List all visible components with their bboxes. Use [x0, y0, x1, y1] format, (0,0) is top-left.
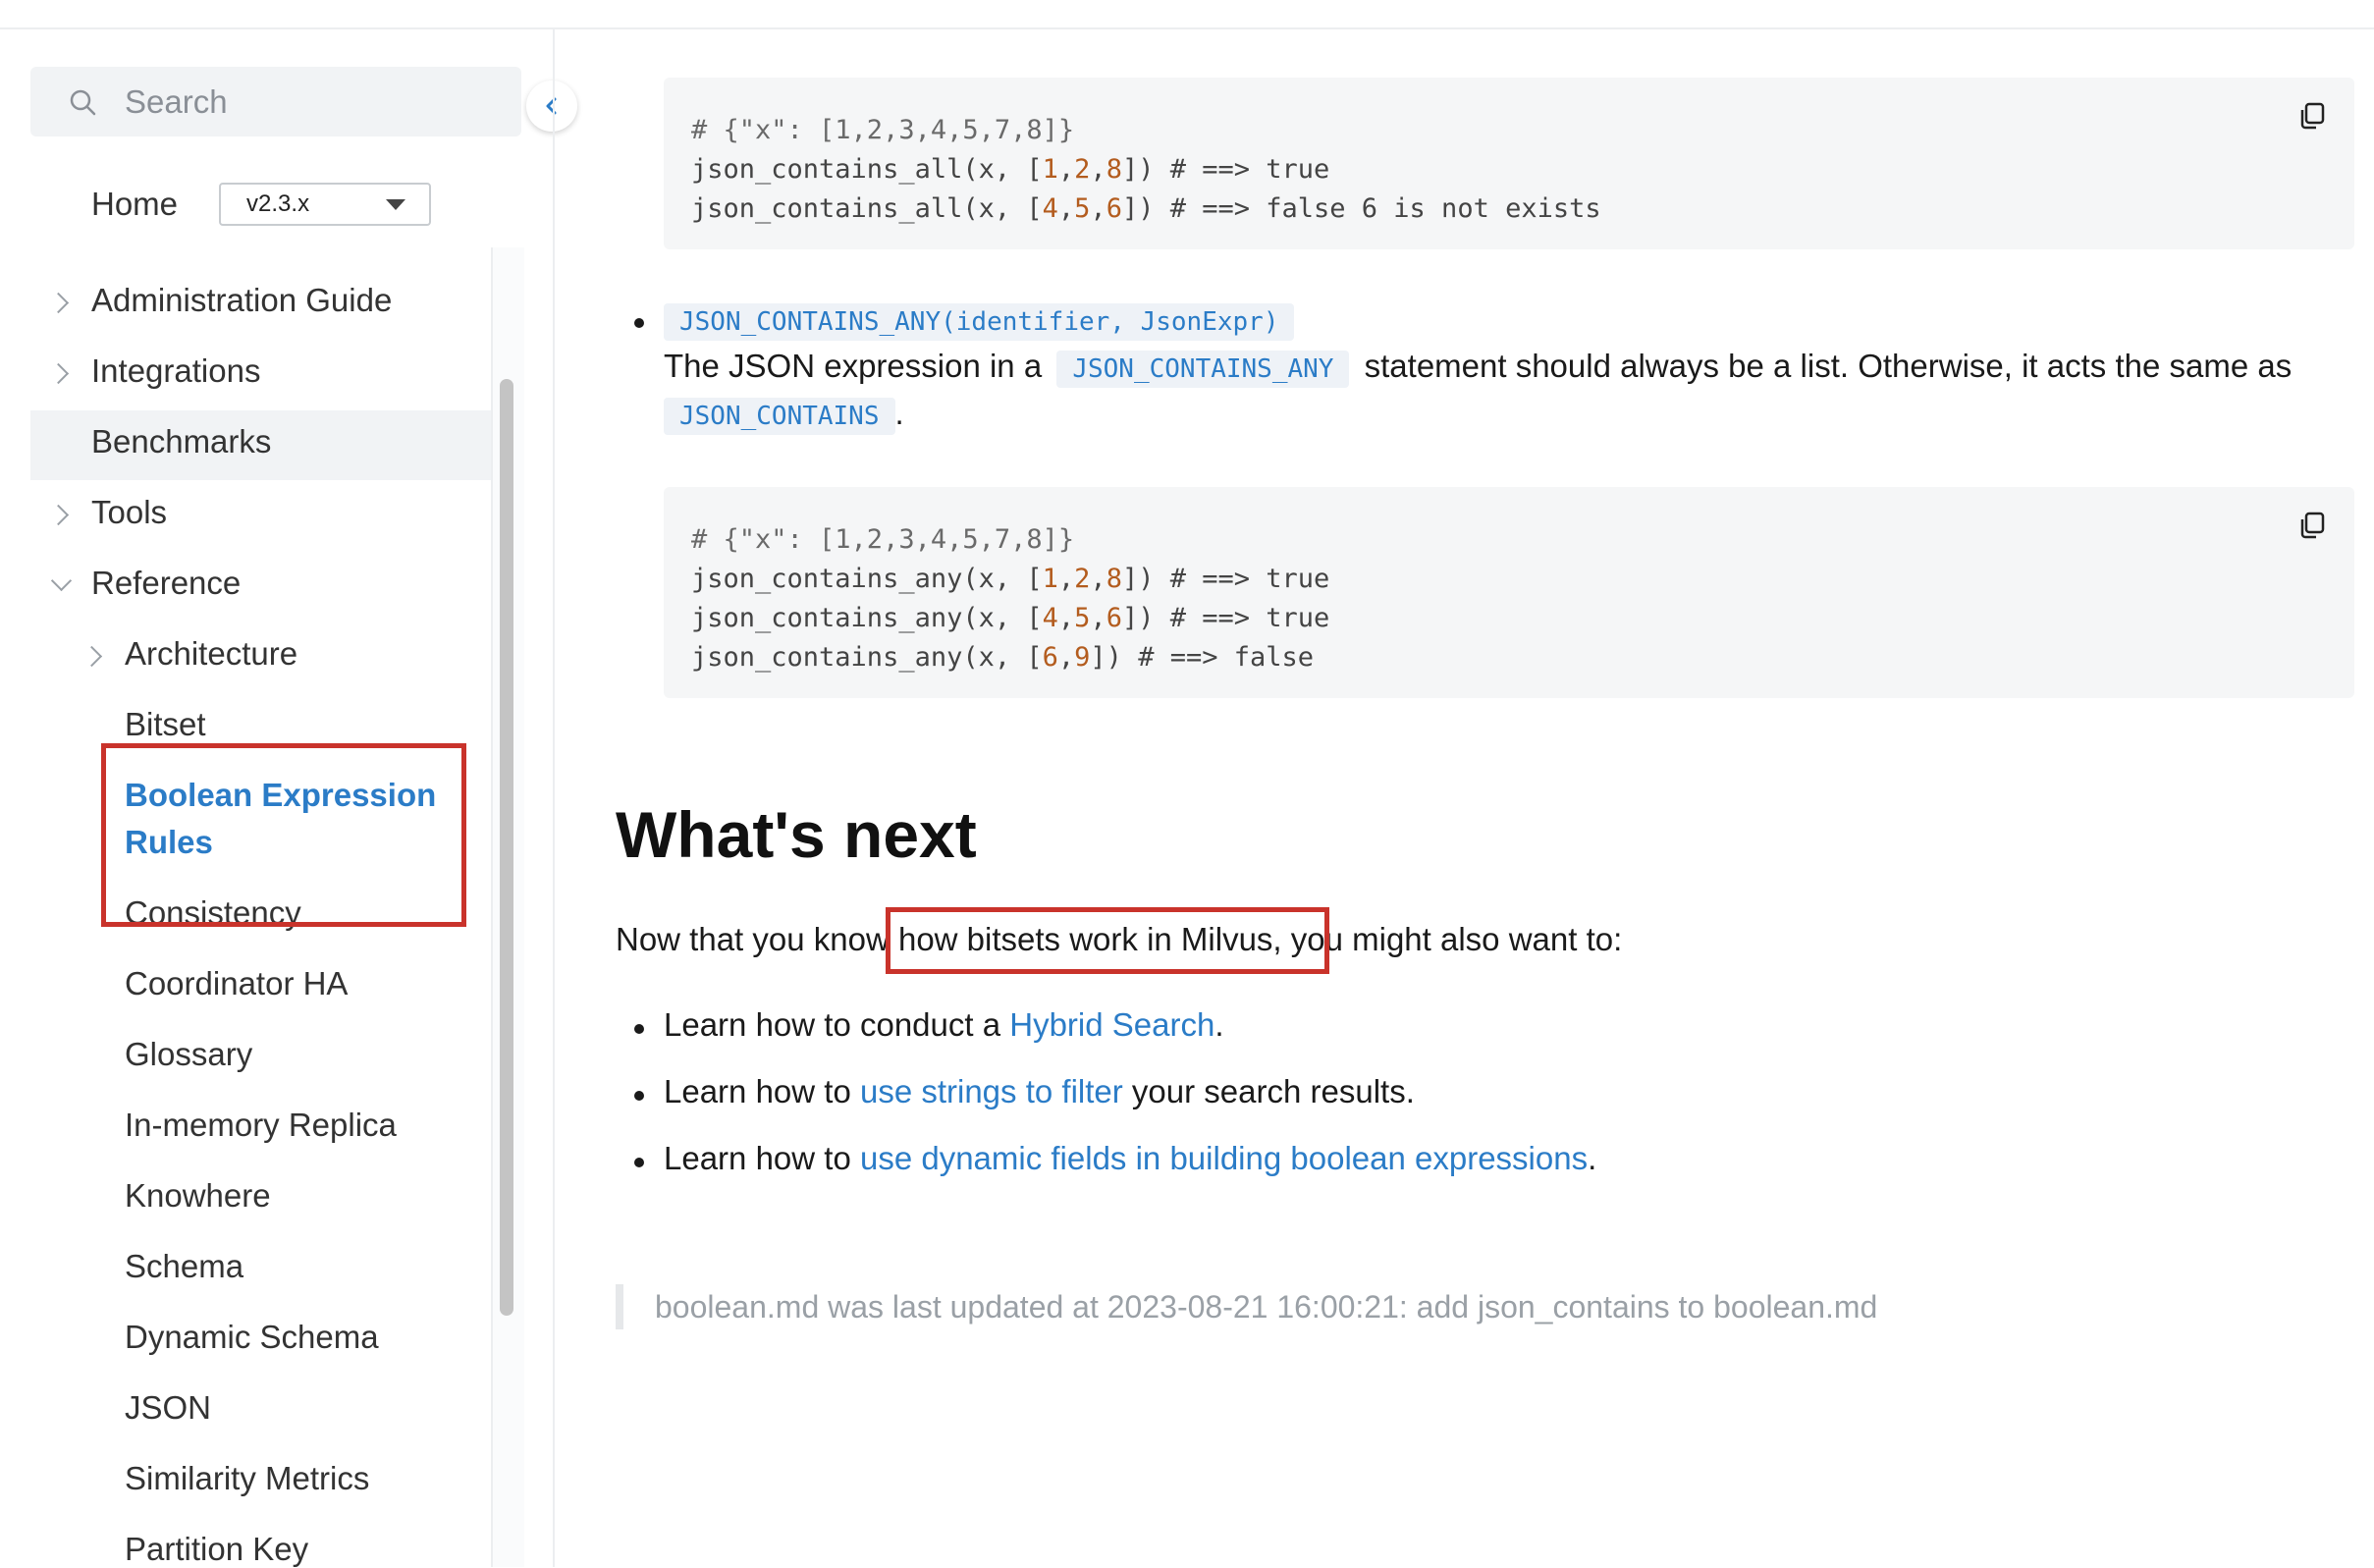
description-line1: The JSON expression in a JSON_CONTAINS_A…	[664, 348, 2292, 388]
caret-down-icon	[386, 198, 406, 210]
chevron-right-icon	[47, 362, 70, 385]
sidebar: Home v2.3.x Administration Guide Integra…	[0, 0, 553, 1567]
section-heading: What's next	[616, 798, 977, 871]
collapse-sidebar-button[interactable]	[526, 81, 577, 132]
sidebar-item-in-memory-replica[interactable]: In-memory Replica	[125, 1107, 397, 1144]
description-line2: JSON_CONTAINS.	[664, 395, 904, 435]
bullet-dot	[634, 1024, 644, 1034]
bullet-dot	[634, 1158, 644, 1167]
code-line: # {"x": [1,2,3,4,5,7,8]}	[691, 524, 1075, 555]
home-row: Home v2.3.x	[91, 183, 432, 226]
last-updated-note: boolean.md was last updated at 2023-08-2…	[616, 1284, 1877, 1329]
sidebar-item-similarity-metrics[interactable]: Similarity Metrics	[125, 1460, 369, 1497]
next-item: Learn how to use dynamic fields in build…	[664, 1140, 1597, 1176]
sidebar-item-tools[interactable]: Tools	[91, 494, 167, 531]
chevron-left-icon	[546, 97, 557, 115]
chevron-right-icon	[81, 645, 103, 668]
bullet-dot	[634, 1091, 644, 1101]
sidebar-item-reference[interactable]: Reference	[91, 565, 241, 602]
code-line: json_contains_all(x, [1,2,8]) # ==> true	[691, 154, 1330, 185]
sidebar-item-schema[interactable]: Schema	[125, 1248, 243, 1285]
sidebar-item-bitset[interactable]: Bitset	[125, 706, 206, 743]
code-block-contains-any: # {"x": [1,2,3,4,5,7,8]} json_contains_a…	[664, 487, 2354, 698]
inline-code: JSON_CONTAINS	[664, 398, 895, 435]
link-use-strings-to-filter[interactable]: use strings to filter	[860, 1073, 1123, 1109]
search-icon	[70, 89, 96, 115]
link-hybrid-search[interactable]: Hybrid Search	[1009, 1006, 1214, 1043]
code-line: json_contains_any(x, [4,5,6]) # ==> true	[691, 603, 1330, 633]
next-item: Learn how to use strings to filter your …	[664, 1073, 1415, 1109]
bullet-code-item: JSON_CONTAINS_ANY(identifier, JsonExpr)	[664, 300, 1295, 341]
sidebar-item-integrations[interactable]: Integrations	[91, 352, 260, 390]
bullet-dot	[634, 318, 644, 328]
highlight-box-content	[886, 907, 1329, 974]
code-line: json_contains_any(x, [1,2,8]) # ==> true	[691, 564, 1330, 594]
copy-icon[interactable]	[2297, 511, 2327, 540]
search-input[interactable]	[123, 81, 480, 122]
chevron-right-icon	[47, 292, 70, 314]
code-line: # {"x": [1,2,3,4,5,7,8]}	[691, 115, 1075, 145]
version-select[interactable]: v2.3.x	[219, 183, 432, 226]
code-line: json_contains_any(x, [6,9]) # ==> false	[691, 642, 1314, 673]
chevron-down-icon	[50, 569, 73, 592]
next-item: Learn how to conduct a Hybrid Search.	[664, 1006, 1224, 1043]
sidebar-scrollbar[interactable]	[500, 379, 513, 1316]
code-line: json_contains_all(x, [4,5,6]) # ==> fals…	[691, 193, 1601, 224]
sidebar-item-json[interactable]: JSON	[125, 1389, 211, 1427]
inline-code: JSON_CONTAINS_ANY(identifier, JsonExpr)	[664, 303, 1295, 341]
sidebar-item-knowhere[interactable]: Knowhere	[125, 1177, 271, 1215]
sidebar-item-architecture[interactable]: Architecture	[125, 635, 297, 673]
search-box[interactable]	[30, 67, 521, 136]
code-block-contains-all: # {"x": [1,2,3,4,5,7,8]} json_contains_a…	[664, 78, 2354, 249]
home-link[interactable]: Home	[91, 186, 178, 223]
sidebar-item-coordinator-ha[interactable]: Coordinator HA	[125, 965, 348, 1002]
version-value: v2.3.x	[246, 190, 310, 217]
chevron-right-icon	[47, 504, 70, 526]
copy-icon[interactable]	[2297, 101, 2327, 131]
sidebar-item-glossary[interactable]: Glossary	[125, 1036, 252, 1073]
sidebar-item-partition-key[interactable]: Partition Key	[125, 1531, 308, 1568]
link-dynamic-fields[interactable]: use dynamic fields in building boolean e…	[860, 1140, 1588, 1176]
sidebar-item-benchmarks[interactable]: Benchmarks	[91, 423, 271, 460]
highlight-box-sidebar	[101, 743, 466, 927]
inline-code: JSON_CONTAINS_ANY	[1056, 351, 1350, 388]
content-divider	[553, 29, 555, 1567]
sidebar-item-dynamic-schema[interactable]: Dynamic Schema	[125, 1319, 379, 1356]
sidebar-item-administration-guide[interactable]: Administration Guide	[91, 282, 392, 319]
